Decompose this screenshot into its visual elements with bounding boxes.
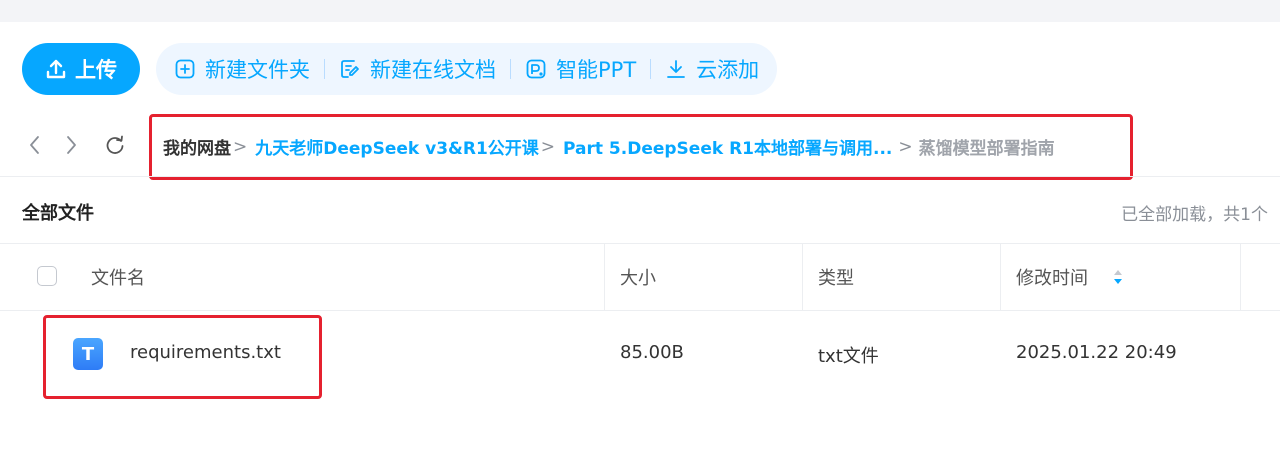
refresh-icon[interactable] xyxy=(104,134,126,156)
sort-icon[interactable] xyxy=(1112,268,1124,286)
plus-square-icon xyxy=(175,59,195,79)
column-divider xyxy=(1000,244,1001,310)
table-header-bottom-border xyxy=(0,310,1280,311)
top-strip xyxy=(0,0,1280,22)
smart-ppt-label: 智能PPT xyxy=(556,58,637,82)
column-divider xyxy=(604,244,605,310)
breadcrumb-item[interactable]: 九天老师DeepSeek v3&R1公开课 xyxy=(255,134,539,159)
new-folder-button[interactable]: 新建文件夹 xyxy=(174,54,310,84)
load-status: 已全部加载，共1个 xyxy=(1121,205,1268,225)
navigation-bar: 我的网盘 > 九天老师DeepSeek v3&R1公开课 > Part 5.De… xyxy=(0,112,1280,180)
cloud-add-button[interactable]: 云添加 xyxy=(665,54,759,84)
column-divider xyxy=(1240,244,1241,310)
breadcrumb-home[interactable]: 我的网盘 xyxy=(163,134,231,159)
column-header-size[interactable]: 大小 xyxy=(620,264,656,290)
upload-button[interactable]: 上传 xyxy=(22,43,140,95)
upload-label: 上传 xyxy=(75,58,117,82)
download-icon xyxy=(667,60,686,78)
toolbar: 上传 新建文件夹 新建在线文档 智能PPT 云添加 xyxy=(22,42,778,96)
cloud-add-label: 云添加 xyxy=(696,58,760,82)
file-type: txt文件 xyxy=(818,346,879,367)
column-header-type[interactable]: 类型 xyxy=(818,264,854,290)
breadcrumb-separator: > xyxy=(233,136,248,157)
file-name[interactable]: requirements.txt xyxy=(130,342,281,363)
upload-icon xyxy=(46,59,66,79)
new-folder-label: 新建文件夹 xyxy=(205,58,310,82)
file-modified: 2025.01.22 20:49 xyxy=(1016,342,1177,363)
table-header-top-border xyxy=(0,243,1280,244)
breadcrumb-current: 蒸馏模型部署指南 xyxy=(918,139,1055,159)
new-online-doc-button[interactable]: 新建在线文档 xyxy=(339,54,496,84)
select-all-checkbox[interactable] xyxy=(37,266,57,286)
column-header-name[interactable]: 文件名 xyxy=(91,264,145,290)
edit-doc-icon xyxy=(341,60,359,78)
column-divider xyxy=(802,244,803,310)
new-online-doc-label: 新建在线文档 xyxy=(370,58,496,82)
divider xyxy=(0,176,1280,177)
forward-icon[interactable] xyxy=(62,134,80,156)
smart-ppt-button[interactable]: 智能PPT xyxy=(525,54,636,84)
breadcrumb-separator: > xyxy=(540,136,556,157)
file-size: 85.00B xyxy=(620,342,684,363)
ppt-icon xyxy=(526,59,546,79)
back-icon[interactable] xyxy=(26,134,44,156)
breadcrumb: 我的网盘 > 九天老师DeepSeek v3&R1公开课 > Part 5.De… xyxy=(163,134,1055,160)
divider xyxy=(324,59,325,79)
breadcrumb-separator: > xyxy=(898,136,913,157)
divider xyxy=(650,59,652,79)
text-file-icon: T xyxy=(73,338,103,370)
column-header-modified[interactable]: 修改时间 xyxy=(1016,264,1088,290)
section-title: 全部文件 xyxy=(22,203,94,224)
divider xyxy=(510,59,511,79)
action-group: 新建文件夹 新建在线文档 智能PPT 云添加 xyxy=(156,43,778,95)
breadcrumb-item[interactable]: Part 5.DeepSeek R1本地部署与调用... xyxy=(563,134,892,159)
